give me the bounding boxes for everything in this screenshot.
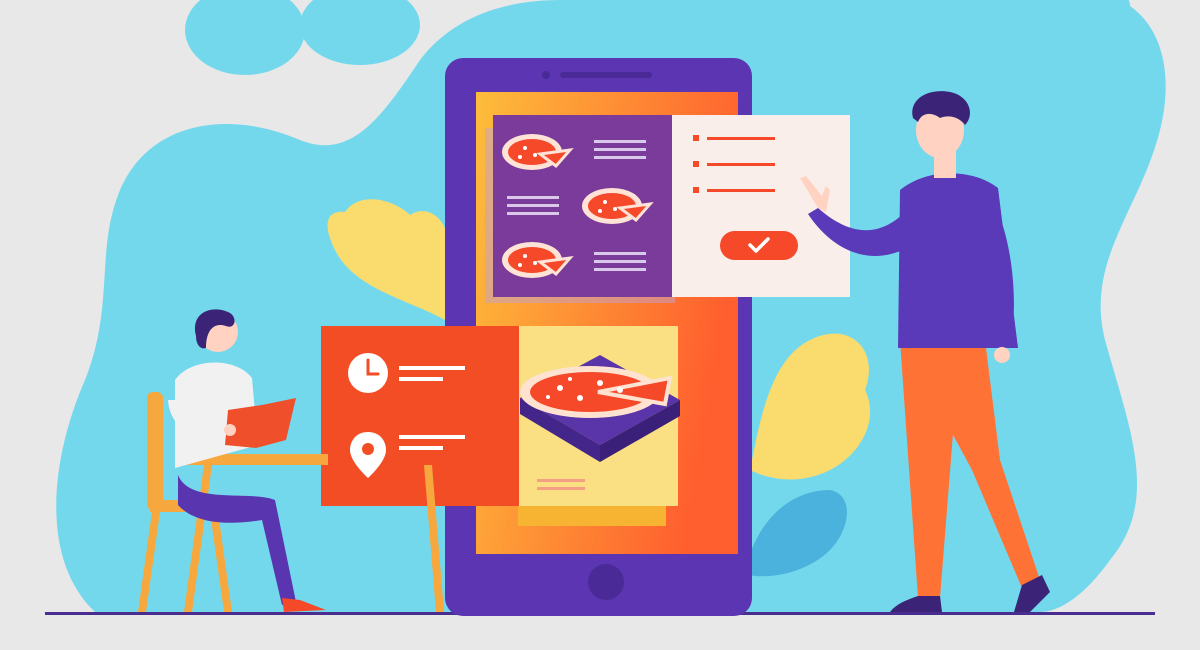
menu-item-lines bbox=[507, 196, 559, 215]
home-button-icon[interactable] bbox=[588, 564, 624, 600]
list-line bbox=[707, 163, 775, 166]
menu-item-lines bbox=[594, 140, 646, 159]
list-line bbox=[707, 189, 775, 192]
pizza-box-card bbox=[518, 326, 680, 526]
list-bullet bbox=[693, 187, 699, 193]
woman-hand bbox=[224, 424, 236, 436]
man-back-hand bbox=[994, 347, 1010, 363]
list-line bbox=[707, 137, 775, 140]
phone-camera bbox=[542, 71, 550, 79]
food-delivery-illustration bbox=[0, 0, 1200, 650]
clock-icon bbox=[348, 353, 388, 393]
confirm-order-button[interactable] bbox=[720, 231, 798, 260]
list-bullet bbox=[693, 135, 699, 141]
list-bullet bbox=[693, 161, 699, 167]
pizza-menu-panel bbox=[485, 115, 675, 303]
phone-speaker bbox=[560, 72, 652, 78]
delivery-info-panel bbox=[321, 326, 519, 506]
info-panel bbox=[321, 326, 519, 506]
menu-item-lines bbox=[594, 252, 646, 271]
